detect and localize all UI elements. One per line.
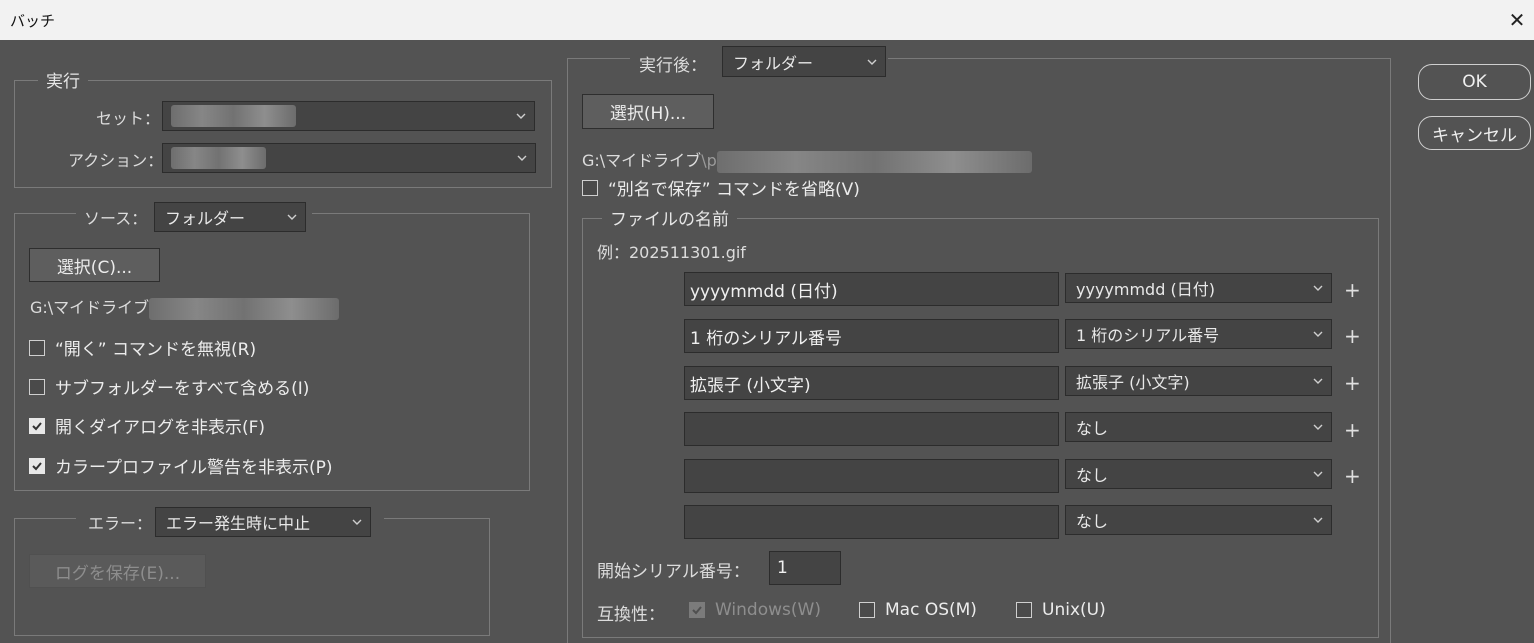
checkbox-label: サブフォルダーをすべて含める(I) [55,379,310,399]
ignore-open-checkbox[interactable]: “開く” コマンドを無視(R) [29,335,256,360]
chevron-down-icon [1312,282,1324,294]
add-row-icon[interactable]: + [1344,466,1361,486]
play-legend: 実行 [38,67,88,92]
naming-input-4[interactable] [684,412,1059,446]
source-label: ソース： [84,209,148,228]
chevron-down-icon [1312,375,1324,387]
chevron-down-icon [1312,421,1324,433]
chevron-down-icon [1312,328,1324,340]
destination-path-partial: \p [701,151,717,170]
destination-select[interactable]: フォルダー [722,46,886,77]
errors-select[interactable]: エラー発生時に中止 [155,507,371,537]
action-label: アクション： [68,151,164,170]
chevron-down-icon [1312,468,1324,480]
checkbox-box [29,339,45,356]
set-label: セット： [96,109,161,128]
example-filename: 例：202511301.gif [597,243,746,262]
errors-select-value: エラー発生時に中止 [166,514,311,533]
check-icon [692,606,702,615]
source-select-value: フォルダー [165,209,246,228]
naming-input-6[interactable] [684,505,1059,539]
checkbox-label: Windows(W) [715,600,821,620]
override-save-as-checkbox[interactable]: “別名で保存” コマンドを省略(V) [582,175,860,200]
title-bar: バッチ ✕ [0,0,1534,40]
naming-input-3[interactable]: 拡張子 (小文字) [684,366,1059,400]
include-subfolders-checkbox[interactable]: サブフォルダーをすべて含める(I) [29,374,309,399]
checkbox-label: Unix(U) [1042,600,1106,620]
save-log-button[interactable]: ログを保存(E)... [29,554,206,588]
naming-select-5[interactable]: なし [1065,459,1332,489]
naming-select-6[interactable]: なし [1065,505,1332,535]
ok-button[interactable]: OK [1418,64,1531,100]
naming-input-2[interactable]: 1 桁のシリアル番号 [684,319,1059,353]
compat-macos-checkbox[interactable]: Mac OS(M) [859,600,977,620]
destination-select-value: フォルダー [733,53,814,73]
set-select[interactable] [162,101,535,131]
naming-select-2[interactable]: 1 桁のシリアル番号 [1065,319,1332,349]
naming-select-value: なし [1076,466,1109,485]
naming-select-4[interactable]: なし [1065,412,1332,442]
action-select[interactable] [162,143,536,173]
naming-select-value: yyyymmdd (日付) [1076,280,1215,299]
checkbox-box [582,179,598,196]
chevron-down-icon [866,56,878,68]
checkbox-box [1016,602,1032,618]
checkbox-label: Mac OS(M) [885,600,977,620]
chevron-down-icon [351,516,363,528]
checkbox-label: “別名で保存” コマンドを省略(V) [608,180,860,200]
destination-path-redacted [716,150,1032,173]
checkbox-label: 開くダイアログを非表示(F) [55,418,266,438]
cancel-button[interactable]: キャンセル [1418,116,1531,150]
source-path-prefix: G:\マイドライブ [30,298,150,317]
action-value-redacted [171,147,266,169]
errors-label: エラー： [88,514,153,533]
source-path-redacted [149,297,340,320]
compat-unix-checkbox[interactable]: Unix(U) [1016,600,1106,620]
checkbox-label: “開く” コマンドを無視(R) [55,340,257,360]
naming-select-value: なし [1076,419,1109,438]
serial-input[interactable]: 1 [769,551,841,585]
naming-select-value: 1 桁のシリアル番号 [1076,326,1220,345]
add-row-icon[interactable]: + [1344,280,1361,300]
destination-path-prefix: G:\マイドライブ [582,151,702,170]
destination-label: 実行後： [639,56,707,76]
source-select[interactable]: フォルダー [154,202,306,232]
window-title: バッチ [10,12,56,30]
suppress-open-dialog-checkbox[interactable]: 開くダイアログを非表示(F) [29,413,265,438]
check-icon [32,421,42,430]
naming-input-5[interactable] [684,459,1059,493]
destination-path: G:\マイドライブ\p [582,147,1032,173]
checkbox-box [29,378,45,395]
suppress-color-warning-checkbox[interactable]: カラープロファイル警告を非表示(P) [29,453,333,478]
check-icon [32,461,42,470]
chevron-down-icon [515,110,527,122]
add-row-icon[interactable]: + [1344,420,1361,440]
compat-label: 互換性： [597,605,665,625]
chevron-down-icon [286,211,298,223]
file-naming-legend: ファイルの名前 [602,205,737,230]
checkbox-box-checked [689,602,705,618]
compat-windows-checkbox: Windows(W) [689,600,821,620]
naming-input-1[interactable]: yyyymmdd (日付) [684,272,1059,306]
chevron-down-icon [1312,514,1324,526]
source-path: G:\マイドライブ [30,294,340,320]
close-icon[interactable]: ✕ [1502,6,1532,34]
naming-select-value: 拡張子 (小文字) [1076,373,1190,392]
naming-select-value: なし [1076,512,1109,531]
add-row-icon[interactable]: + [1344,373,1361,393]
naming-select-3[interactable]: 拡張子 (小文字) [1065,366,1332,396]
naming-select-1[interactable]: yyyymmdd (日付) [1065,273,1332,303]
source-choose-button[interactable]: 選択(C)... [29,248,160,282]
serial-label: 開始シリアル番号： [597,562,750,582]
checkbox-box-checked [29,457,45,474]
checkbox-label: カラープロファイル警告を非表示(P) [55,458,333,478]
checkbox-box-checked [29,417,45,434]
destination-choose-button[interactable]: 選択(H)... [582,94,714,129]
chevron-down-icon [516,152,528,164]
add-row-icon[interactable]: + [1344,326,1361,346]
set-value-redacted [171,105,296,127]
checkbox-box [859,602,875,618]
